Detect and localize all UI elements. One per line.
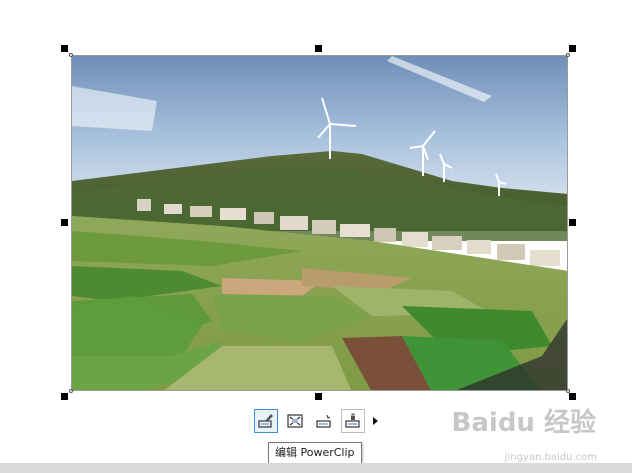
extract-contents-button[interactable]: [283, 409, 307, 433]
toolbar-more-button[interactable]: [370, 409, 380, 433]
select-contents-button[interactable]: [312, 409, 336, 433]
resize-handle-bottom-left[interactable]: [61, 393, 68, 400]
resize-handle-bottom-right[interactable]: [569, 393, 576, 400]
extract-contents-icon: [287, 414, 303, 428]
chevron-right-icon: [373, 417, 378, 425]
powerclip-image[interactable]: [71, 55, 568, 391]
resize-handle-right[interactable]: [569, 219, 576, 226]
node-dot: [69, 389, 73, 393]
edit-powerclip-button[interactable]: [254, 409, 278, 433]
resize-handle-top[interactable]: [315, 45, 322, 52]
edit-powerclip-icon: [258, 414, 273, 428]
landscape-photo: [72, 56, 567, 390]
baidu-watermark: Baidu 经验: [452, 402, 596, 439]
drawing-canvas[interactable]: 编辑 PowerClip Baidu 经验 jingyan.baidu.com: [0, 0, 632, 473]
lock-contents-button[interactable]: [341, 409, 365, 433]
resize-handle-top-right[interactable]: [569, 45, 576, 52]
watermark-logo: Baidu 经验: [451, 408, 596, 438]
tooltip: 编辑 PowerClip: [268, 442, 362, 464]
resize-handle-top-left[interactable]: [61, 45, 68, 52]
node-dot: [69, 53, 73, 57]
resize-handle-left[interactable]: [61, 219, 68, 226]
node-dot: [566, 389, 570, 393]
select-contents-icon: [316, 414, 331, 428]
bottom-scrollbar[interactable]: [0, 463, 632, 473]
lock-contents-icon: [345, 413, 360, 428]
node-dot: [566, 53, 570, 57]
powerclip-floating-toolbar: [254, 407, 380, 435]
resize-handle-bottom[interactable]: [315, 393, 322, 400]
watermark-url: jingyan.baidu.com: [504, 452, 597, 463]
